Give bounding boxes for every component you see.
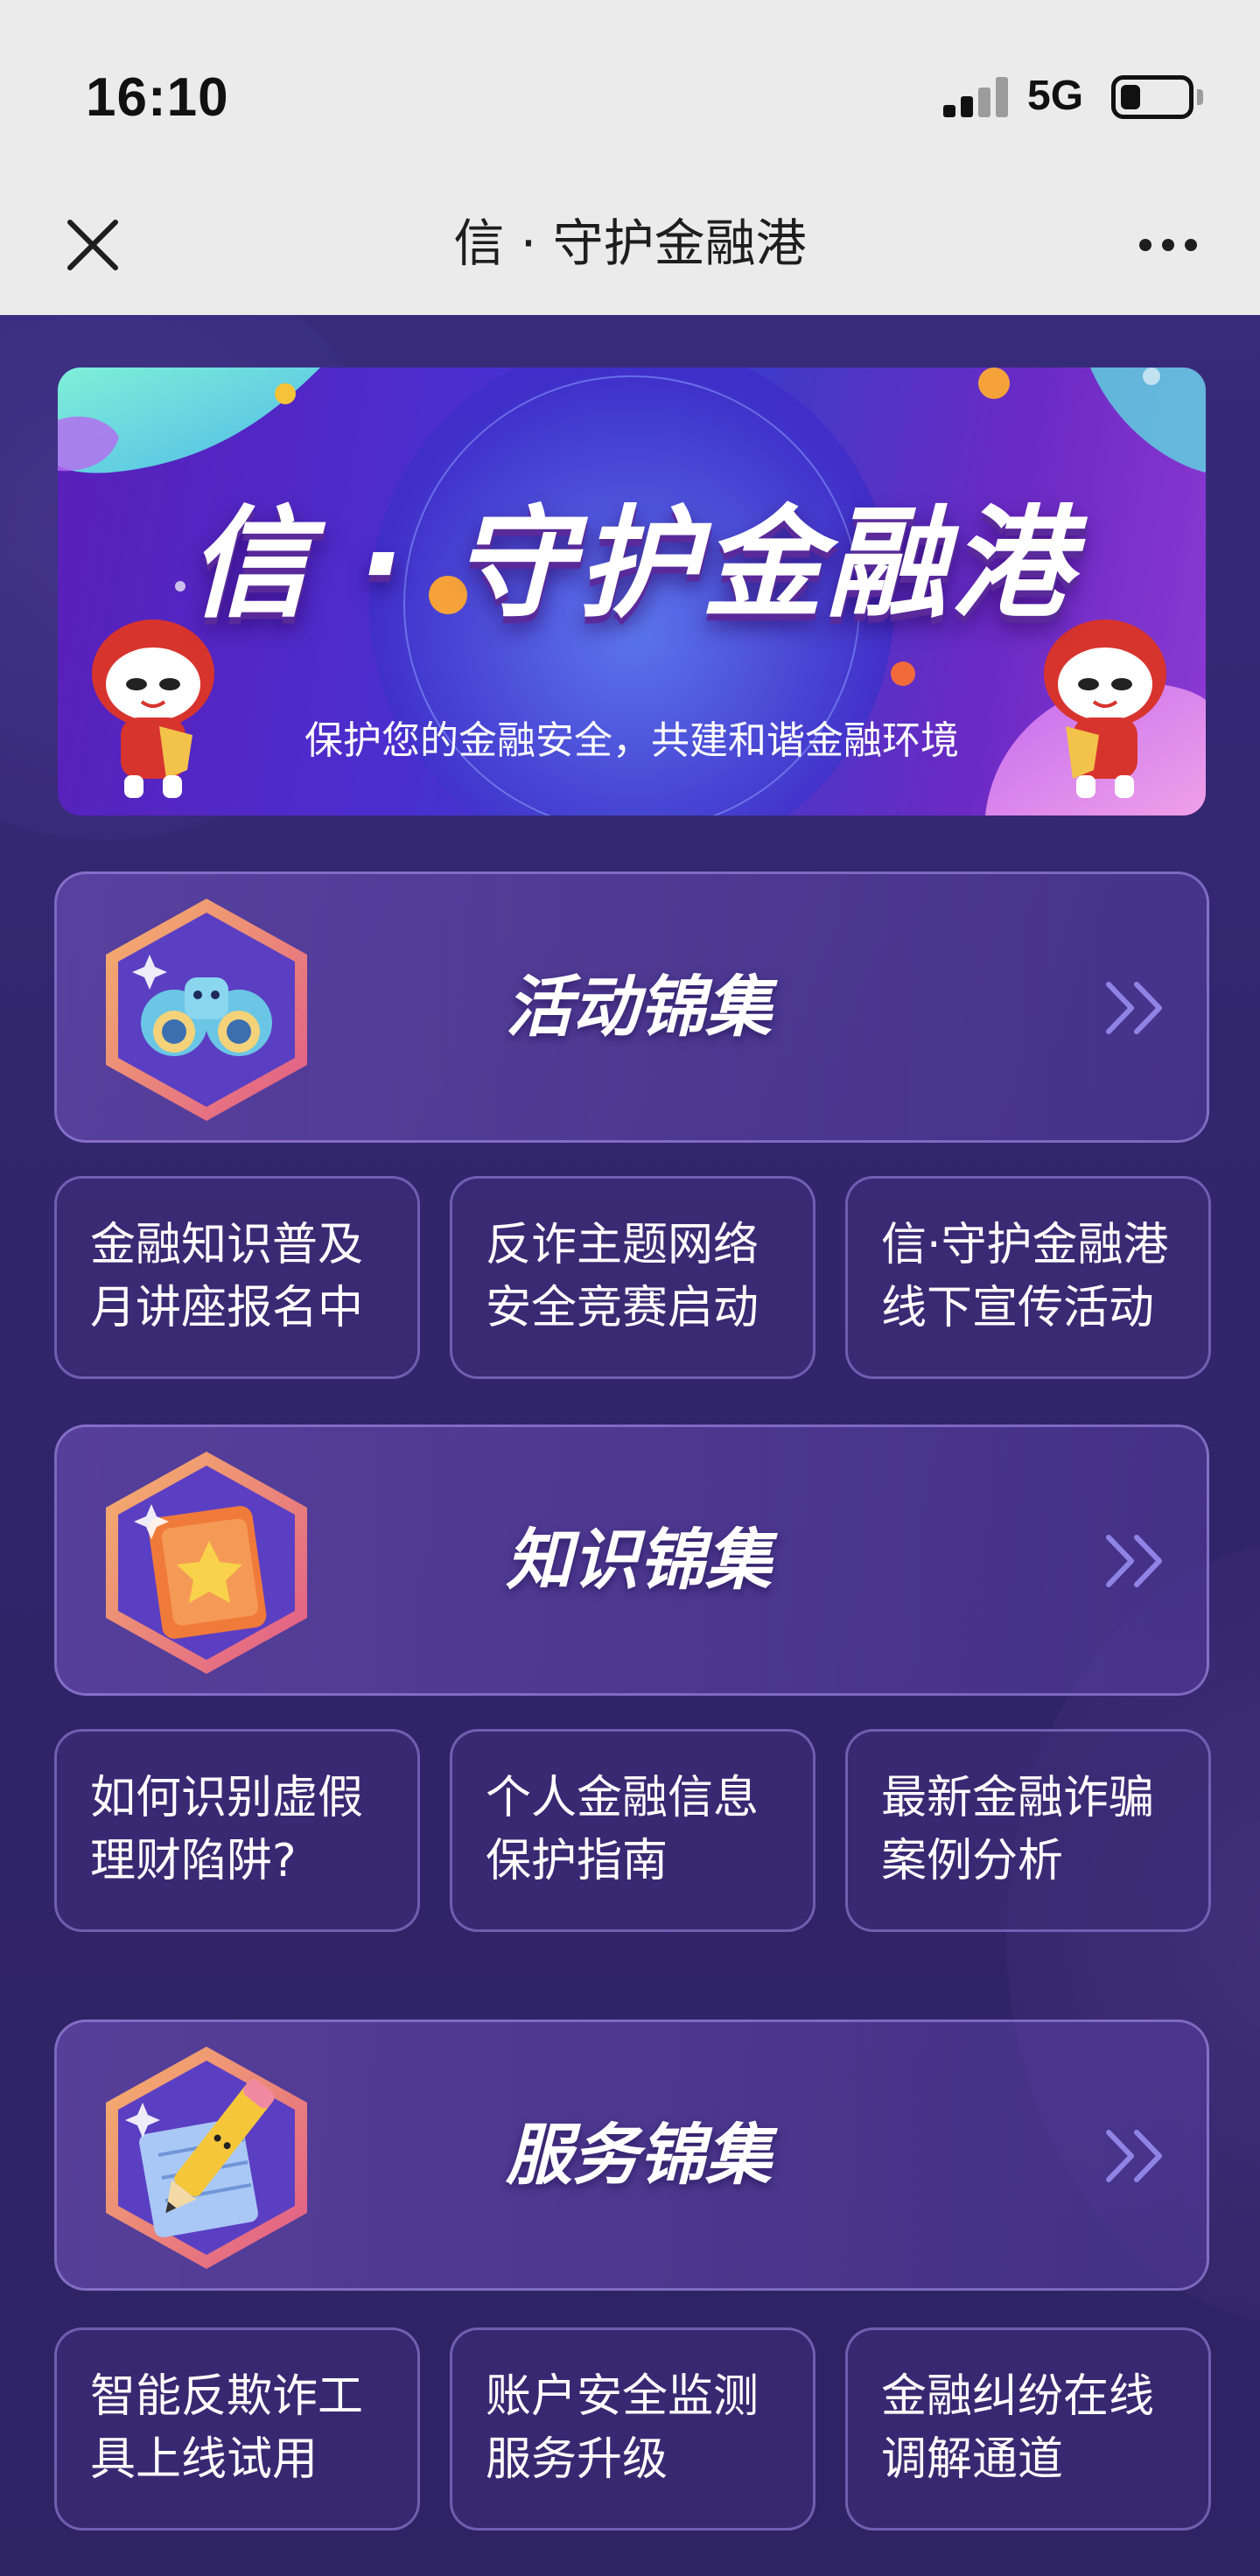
activity-card[interactable]: 反诈主题网络 安全竞赛启动 [450, 1176, 816, 1379]
card-line: 理财陷阱? [90, 1835, 297, 1887]
battery-tip [1197, 89, 1203, 105]
status-bar: 16:10 5G [0, 0, 1260, 191]
hero-banner[interactable]: 信 · 守护金融港 保护您的金融安全，共建和谐金融环境 [58, 368, 1206, 816]
battery-icon [1111, 75, 1194, 119]
card-line: 线下宣传活动 [881, 1282, 1155, 1334]
card-line: 金融知识普及 [90, 1219, 364, 1271]
knowledge-card[interactable]: 最新金融诈骗 案例分析 [845, 1729, 1211, 1932]
network-type: 5G [1027, 73, 1084, 119]
service-card[interactable]: 金融纠纷在线 调解通道 [845, 2328, 1211, 2530]
chevron-right-icon[interactable] [1102, 977, 1172, 1039]
card-line: 案例分析 [881, 1835, 1064, 1887]
section-knowledge[interactable]: 知识锦集 [54, 1424, 1209, 1696]
section-title: 活动锦集 [506, 968, 772, 1046]
signal-icon [943, 77, 1010, 117]
main-content: 信 · 守护金融港 保护您的金融安全，共建和谐金融环境 活动锦集 金融知识普及 … [0, 315, 1260, 2576]
card-line: 调解通道 [881, 2433, 1064, 2486]
knowledge-card[interactable]: 如何识别虚假 理财陷阱? [54, 1729, 420, 1932]
card-line: 月讲座报名中 [90, 1282, 364, 1334]
card-line: 智能反欺诈工 [90, 2370, 364, 2423]
card-line: 账户安全监测 [486, 2370, 760, 2423]
card-line: 具上线试用 [90, 2433, 318, 2486]
card-line: 保护指南 [486, 1835, 668, 1887]
battery-level [1121, 85, 1140, 109]
card-line: 安全竞赛启动 [486, 1282, 760, 1334]
section-title: 知识锦集 [506, 1521, 772, 1599]
card-line: 最新金融诈骗 [881, 1772, 1155, 1824]
knowledge-card[interactable]: 个人金融信息 保护指南 [450, 1729, 816, 1932]
card-line: 如何识别虚假 [90, 1772, 364, 1824]
service-card[interactable]: 账户安全监测 服务升级 [450, 2328, 816, 2530]
close-icon [67, 220, 118, 270]
page-title: 信 · 守护金融港 [453, 214, 807, 273]
section-title: 服务锦集 [506, 2116, 772, 2194]
banner-subtitle: 保护您的金融安全，共建和谐金融环境 [304, 718, 959, 763]
service-card[interactable]: 智能反欺诈工 具上线试用 [54, 2328, 420, 2530]
activity-card[interactable]: 信·守护金融港 线下宣传活动 [845, 1176, 1211, 1379]
chevron-right-icon[interactable] [1102, 1530, 1172, 1592]
card-line: 反诈主题网络 [486, 1219, 760, 1271]
activity-card[interactable]: 金融知识普及 月讲座报名中 [54, 1176, 420, 1379]
card-line: 服务升级 [486, 2433, 668, 2486]
chevron-right-icon[interactable] [1102, 2125, 1172, 2187]
close-button[interactable] [58, 210, 128, 280]
nav-bar: 信 · 守护金融港 [0, 191, 1260, 315]
more-button[interactable] [1129, 226, 1208, 264]
more-icon [1139, 239, 1152, 251]
section-services[interactable]: 服务锦集 [54, 2020, 1209, 2291]
card-line: 金融纠纷在线 [881, 2370, 1155, 2423]
section-activities[interactable]: 活动锦集 [54, 872, 1209, 1143]
banner-title: 信 · 守护金融港 [188, 494, 1075, 634]
status-time: 16:10 [86, 67, 229, 128]
card-line: 个人金融信息 [486, 1772, 760, 1824]
card-line: 信·守护金融港 [881, 1219, 1169, 1271]
